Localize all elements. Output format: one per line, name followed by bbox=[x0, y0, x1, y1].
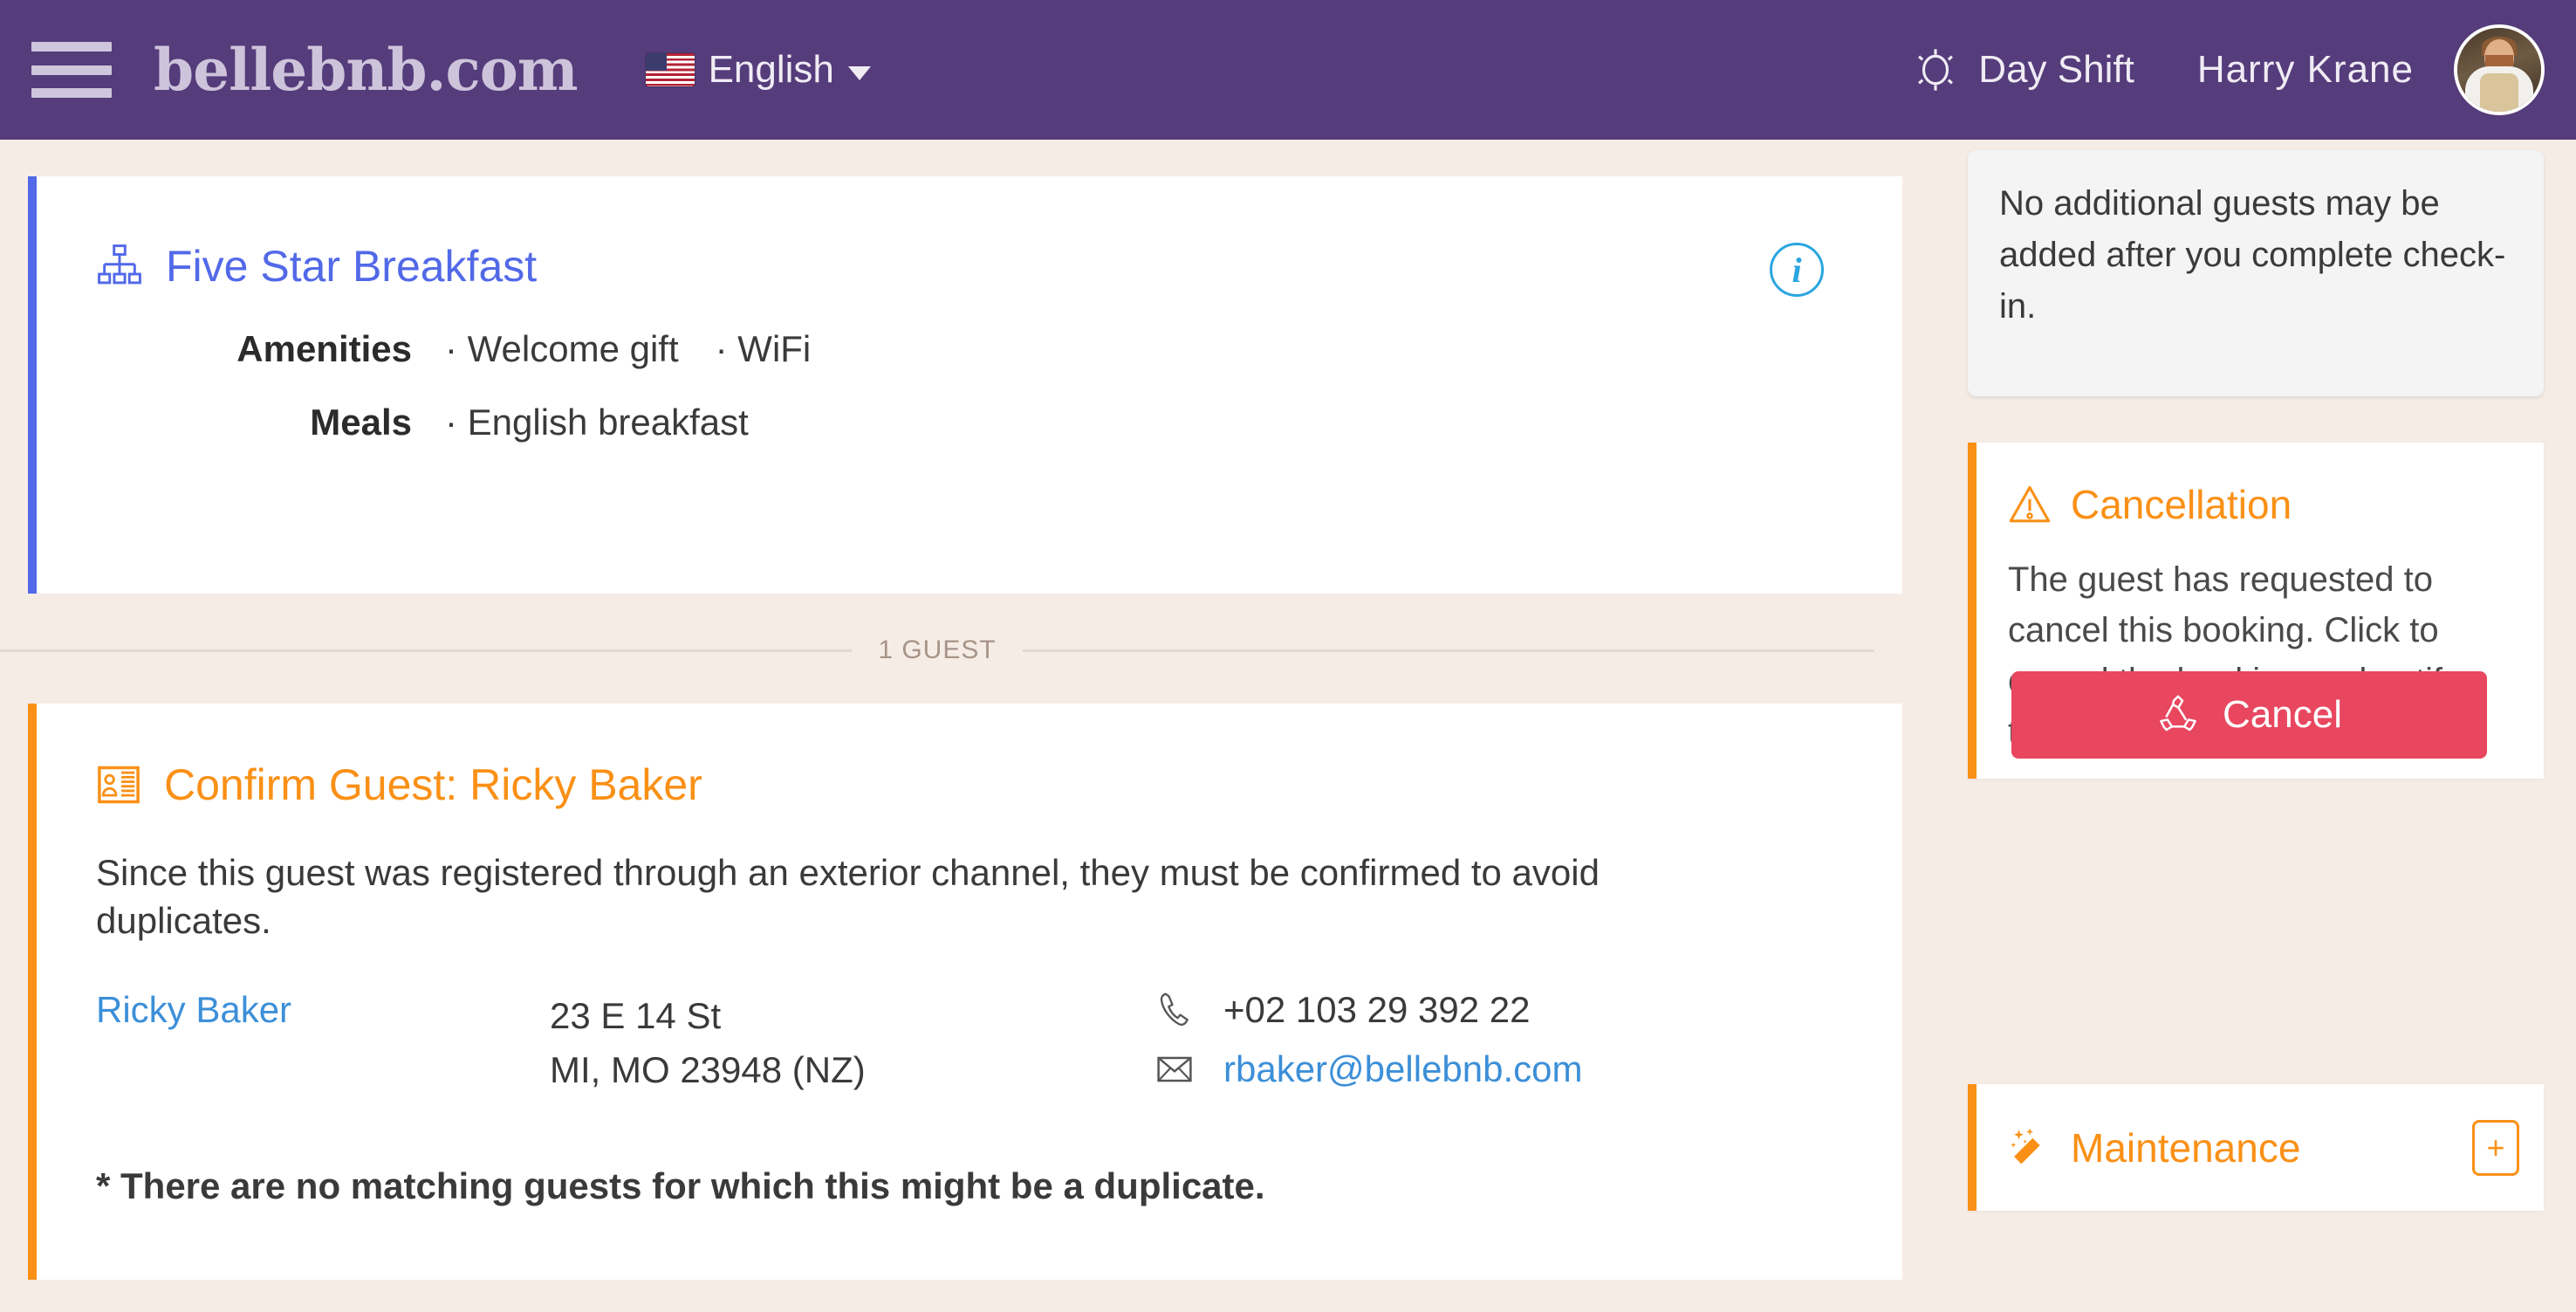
top-navigation-bar: bellebnb.com English Day Shift Harry Kra… bbox=[0, 0, 2576, 140]
rate-plan-spec-list: Amenities · Welcome gift · WiFi Meals · … bbox=[96, 328, 1850, 443]
top-bar-right-group: Day Shift Harry Krane bbox=[1912, 24, 2576, 115]
guest-address-line-1: 23 E 14 St bbox=[550, 994, 722, 1036]
main-content-column: Five Star Breakfast i Amenities · Welcom… bbox=[0, 176, 1902, 1280]
recycle-icon bbox=[2160, 695, 2196, 732]
cancel-button[interactable]: Cancel bbox=[2011, 671, 2487, 759]
confirm-guest-card: Confirm Guest: Ricky Baker Since this gu… bbox=[28, 704, 1902, 1280]
duplicate-note: * There are no matching guests for which… bbox=[96, 1164, 1265, 1206]
spec-row: Meals · English breakfast bbox=[96, 402, 1850, 443]
guest-phone: +02 103 29 392 22 bbox=[1223, 988, 1531, 1030]
cancellation-card: Cancellation The guest has requested to … bbox=[1968, 443, 2544, 779]
spec-label: Meals bbox=[310, 402, 412, 443]
warning-triangle-icon bbox=[2009, 485, 2051, 523]
additional-guests-notice-text: No additional guests may be added after … bbox=[1999, 184, 2506, 326]
rate-plan-card: Five Star Breakfast i Amenities · Welcom… bbox=[28, 176, 1902, 594]
magic-wand-icon bbox=[2011, 1128, 2040, 1164]
divider-line-right bbox=[1022, 649, 1874, 652]
confirm-guest-description: Since this guest was registered through … bbox=[96, 852, 1600, 942]
add-maintenance-button[interactable]: + bbox=[2472, 1119, 2519, 1176]
cancellation-title: Cancellation bbox=[2071, 482, 2292, 527]
hamburger-line bbox=[31, 42, 112, 52]
additional-guests-notice: No additional guests may be added after … bbox=[1968, 150, 2544, 396]
phone-icon bbox=[1152, 990, 1197, 1030]
sitemap-icon bbox=[98, 244, 141, 285]
guest-email-row: rbaker@bellebnb.com bbox=[1152, 1048, 1583, 1090]
guest-contact: +02 103 29 392 22 rbaker@bellebnb.com bbox=[1152, 989, 1583, 1108]
hamburger-line bbox=[31, 88, 112, 98]
confirm-guest-title: Confirm Guest: Ricky Baker bbox=[164, 760, 702, 809]
guest-phone-row: +02 103 29 392 22 bbox=[1152, 989, 1583, 1031]
guest-address: 23 E 14 St MI, MO 23948 (NZ) bbox=[550, 989, 1152, 1097]
spec-values: · English breakfast bbox=[445, 402, 749, 443]
cancellation-title-row: Cancellation bbox=[2008, 481, 2509, 528]
guest-detail-grid: Ricky Baker 23 E 14 St MI, MO 23948 (NZ)… bbox=[96, 989, 1850, 1108]
guest-count-divider: 1 GUEST bbox=[0, 635, 1874, 665]
cancel-button-label: Cancel bbox=[2223, 693, 2342, 736]
spec-value: · English breakfast bbox=[445, 402, 749, 443]
spec-value: · WiFi bbox=[715, 328, 812, 369]
rate-plan-title: Five Star Breakfast bbox=[166, 242, 538, 291]
brand-logo[interactable]: bellebnb.com bbox=[154, 36, 579, 104]
page-body: Five Star Breakfast i Amenities · Welcom… bbox=[0, 140, 2576, 1312]
confirm-guest-title-row: Confirm Guest: Ricky Baker bbox=[96, 759, 1850, 810]
guest-email-link[interactable]: rbaker@bellebnb.com bbox=[1223, 1048, 1583, 1090]
spec-values: · Welcome gift · WiFi bbox=[445, 328, 811, 370]
divider-line-left bbox=[0, 649, 853, 652]
day-shift-button[interactable]: Day Shift bbox=[1912, 46, 2134, 93]
id-card-icon bbox=[98, 766, 140, 804]
guest-name-link[interactable]: Ricky Baker bbox=[96, 989, 550, 1031]
language-selector[interactable]: English bbox=[645, 48, 871, 92]
maintenance-title-row: Maintenance bbox=[2008, 1124, 2300, 1171]
maintenance-title: Maintenance bbox=[2071, 1124, 2301, 1171]
chevron-down-icon bbox=[847, 66, 871, 80]
hamburger-line bbox=[31, 65, 112, 75]
spec-label: Amenities bbox=[236, 328, 412, 369]
avatar[interactable] bbox=[2454, 24, 2545, 115]
spec-value: · Welcome gift bbox=[445, 328, 679, 369]
guest-address-line-2: MI, MO 23948 (NZ) bbox=[550, 1049, 866, 1091]
us-flag-icon bbox=[645, 53, 695, 86]
hamburger-menu-icon[interactable] bbox=[31, 42, 112, 98]
language-label: English bbox=[708, 48, 834, 91]
rate-plan-title-row: Five Star Breakfast bbox=[96, 241, 1850, 292]
maintenance-card[interactable]: Maintenance + bbox=[1968, 1084, 2544, 1211]
user-name[interactable]: Harry Krane bbox=[2197, 48, 2414, 92]
sun-icon bbox=[1918, 49, 1954, 91]
envelope-icon bbox=[1152, 1049, 1197, 1089]
info-icon[interactable]: i bbox=[1770, 243, 1824, 297]
day-shift-label: Day Shift bbox=[1978, 48, 2134, 91]
spec-row: Amenities · Welcome gift · WiFi bbox=[96, 328, 1850, 370]
guest-count-label: 1 GUEST bbox=[878, 635, 997, 664]
